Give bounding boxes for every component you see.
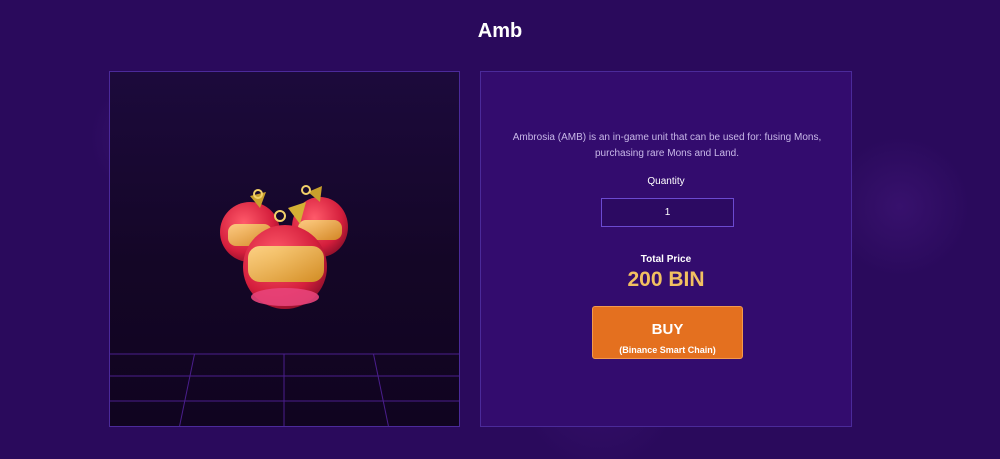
buy-button[interactable]: BUY (Binance Smart Chain) (592, 306, 743, 359)
buy-button-label: BUY (651, 320, 684, 338)
quantity-input[interactable] (601, 198, 734, 227)
product-image-panel (109, 71, 460, 427)
product-description: Ambrosia (AMB) is an in-game unit that c… (512, 132, 822, 159)
buy-button-network: (Binance Smart Chain) (619, 344, 716, 355)
grid-floor-decoration (110, 353, 459, 426)
page-title: Amb (477, 20, 523, 42)
quantity-label: Quantity (647, 176, 685, 187)
total-price-value: 200 BIN (627, 268, 705, 291)
product-info-panel: Ambrosia (AMB) is an in-game unit that c… (480, 71, 852, 427)
ambrosia-fruit-icon (220, 185, 348, 309)
total-price-label: Total Price (640, 254, 692, 265)
